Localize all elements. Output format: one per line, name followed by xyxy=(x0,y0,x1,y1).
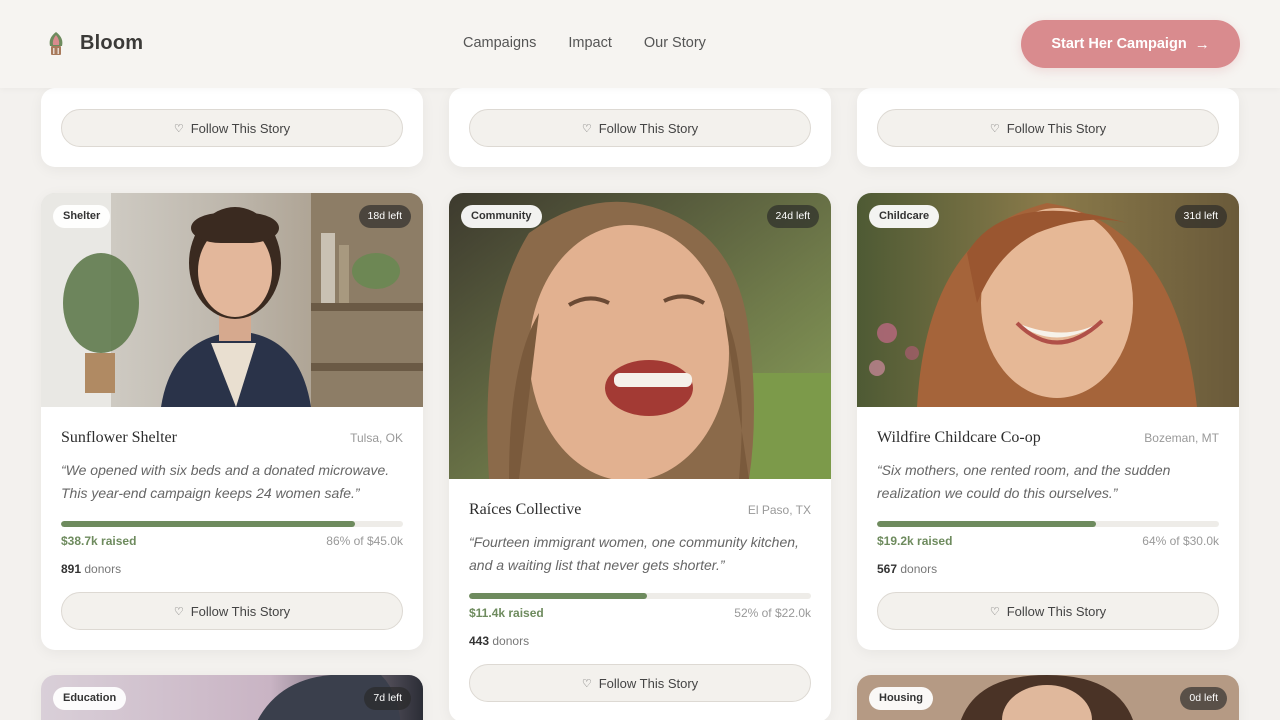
campaign-location: Bozeman, MT xyxy=(1144,431,1219,445)
campaign-photo: Education 7d left xyxy=(41,675,423,720)
campaign-card[interactable]: Shelter 18d left Sunflower Shelter Tulsa… xyxy=(41,193,423,650)
progress-bar xyxy=(469,593,811,599)
days-left-badge: 31d left xyxy=(1174,205,1227,228)
campaign-photo: Childcare 31d left xyxy=(857,193,1239,407)
progress-fill xyxy=(61,521,356,527)
campaign-title[interactable]: Sunflower Shelter xyxy=(61,429,177,447)
campaign-card[interactable]: Housing 0d left xyxy=(857,675,1239,720)
donor-count: 567 donors xyxy=(877,562,938,576)
heart-icon: ♡ xyxy=(989,122,1000,135)
donor-count: 443 donors xyxy=(469,634,530,648)
days-left-badge: 7d left xyxy=(364,687,411,710)
campaign-card[interactable]: Community 24d left Raíces Collective El … xyxy=(449,193,831,720)
category-tag: Education xyxy=(53,687,127,710)
campaign-title[interactable]: Wildfire Childcare Co-op xyxy=(877,429,1041,447)
donor-count: 891 donors xyxy=(61,562,122,576)
start-campaign-button[interactable]: Start Her Campaign → xyxy=(1021,20,1240,68)
percent-of-goal: 52% of $22.0k xyxy=(734,606,811,620)
follow-story-button[interactable]: ♡ Follow This Story xyxy=(61,109,403,147)
campaign-location: Tulsa, OK xyxy=(350,431,403,445)
days-left-badge: 24d left xyxy=(766,205,819,228)
days-left-badge: 0d left xyxy=(1180,687,1227,710)
follow-story-button[interactable]: ♡ Follow This Story xyxy=(61,592,403,630)
amount-raised: $38.7k raised xyxy=(61,534,137,548)
campaign-quote: “Six mothers, one rented room, and the s… xyxy=(877,462,1171,501)
campaign-photo: Community 24d left xyxy=(449,193,831,479)
follow-story-button[interactable]: ♡ Follow This Story xyxy=(877,592,1219,630)
campaign-card-partial: ♡ Follow This Story xyxy=(857,88,1239,167)
heart-icon: ♡ xyxy=(173,605,184,618)
heart-icon: ♡ xyxy=(581,122,592,135)
arrow-right-icon: → xyxy=(1194,35,1210,53)
bloom-logo-icon xyxy=(49,32,63,55)
nav-our-story[interactable]: Our Story xyxy=(644,35,706,51)
progress-fill xyxy=(877,521,1096,527)
campaign-quote: “Fourteen immigrant women, one community… xyxy=(469,534,799,573)
heart-icon: ♡ xyxy=(173,122,184,135)
campaign-card-partial: ♡ Follow This Story xyxy=(41,88,423,167)
heart-icon: ♡ xyxy=(581,677,592,690)
category-tag: Childcare xyxy=(869,205,940,228)
category-tag: Community xyxy=(461,205,542,228)
follow-story-button[interactable]: ♡ Follow This Story xyxy=(469,664,811,702)
campaign-photo: Shelter 18d left xyxy=(41,193,423,407)
campaign-location: El Paso, TX xyxy=(747,503,811,517)
amount-raised: $19.2k raised xyxy=(877,534,953,548)
amount-raised: $11.4k raised xyxy=(469,606,544,620)
campaign-card-partial: ♡ Follow This Story xyxy=(449,88,831,167)
campaign-card[interactable]: Childcare 31d left Wildfire Childcare Co… xyxy=(857,193,1239,650)
percent-of-goal: 86% of $45.0k xyxy=(326,534,403,548)
follow-story-button[interactable]: ♡ Follow This Story xyxy=(877,109,1219,147)
progress-bar xyxy=(877,521,1219,527)
nav-campaigns[interactable]: Campaigns xyxy=(463,35,536,51)
campaign-card[interactable]: Education 7d left xyxy=(41,675,423,720)
campaign-quote: “We opened with six beds and a donated m… xyxy=(61,462,390,501)
follow-story-button[interactable]: ♡ Follow This Story xyxy=(469,109,811,147)
percent-of-goal: 64% of $30.0k xyxy=(1142,534,1219,548)
campaign-title[interactable]: Raíces Collective xyxy=(469,501,581,519)
site-header: Bloom Campaigns Impact Our Story Start H… xyxy=(0,0,1280,88)
heart-icon: ♡ xyxy=(989,605,1000,618)
nav-impact[interactable]: Impact xyxy=(568,35,612,51)
progress-fill xyxy=(469,593,647,599)
campaign-photo: Housing 0d left xyxy=(857,675,1239,720)
category-tag: Housing xyxy=(869,687,933,710)
main-nav: Campaigns Impact Our Story xyxy=(463,35,738,51)
progress-bar xyxy=(61,521,403,527)
brand-logo[interactable]: Bloom xyxy=(46,30,143,56)
days-left-badge: 18d left xyxy=(358,205,411,228)
category-tag: Shelter xyxy=(53,205,111,228)
brand-name: Bloom xyxy=(80,31,144,54)
